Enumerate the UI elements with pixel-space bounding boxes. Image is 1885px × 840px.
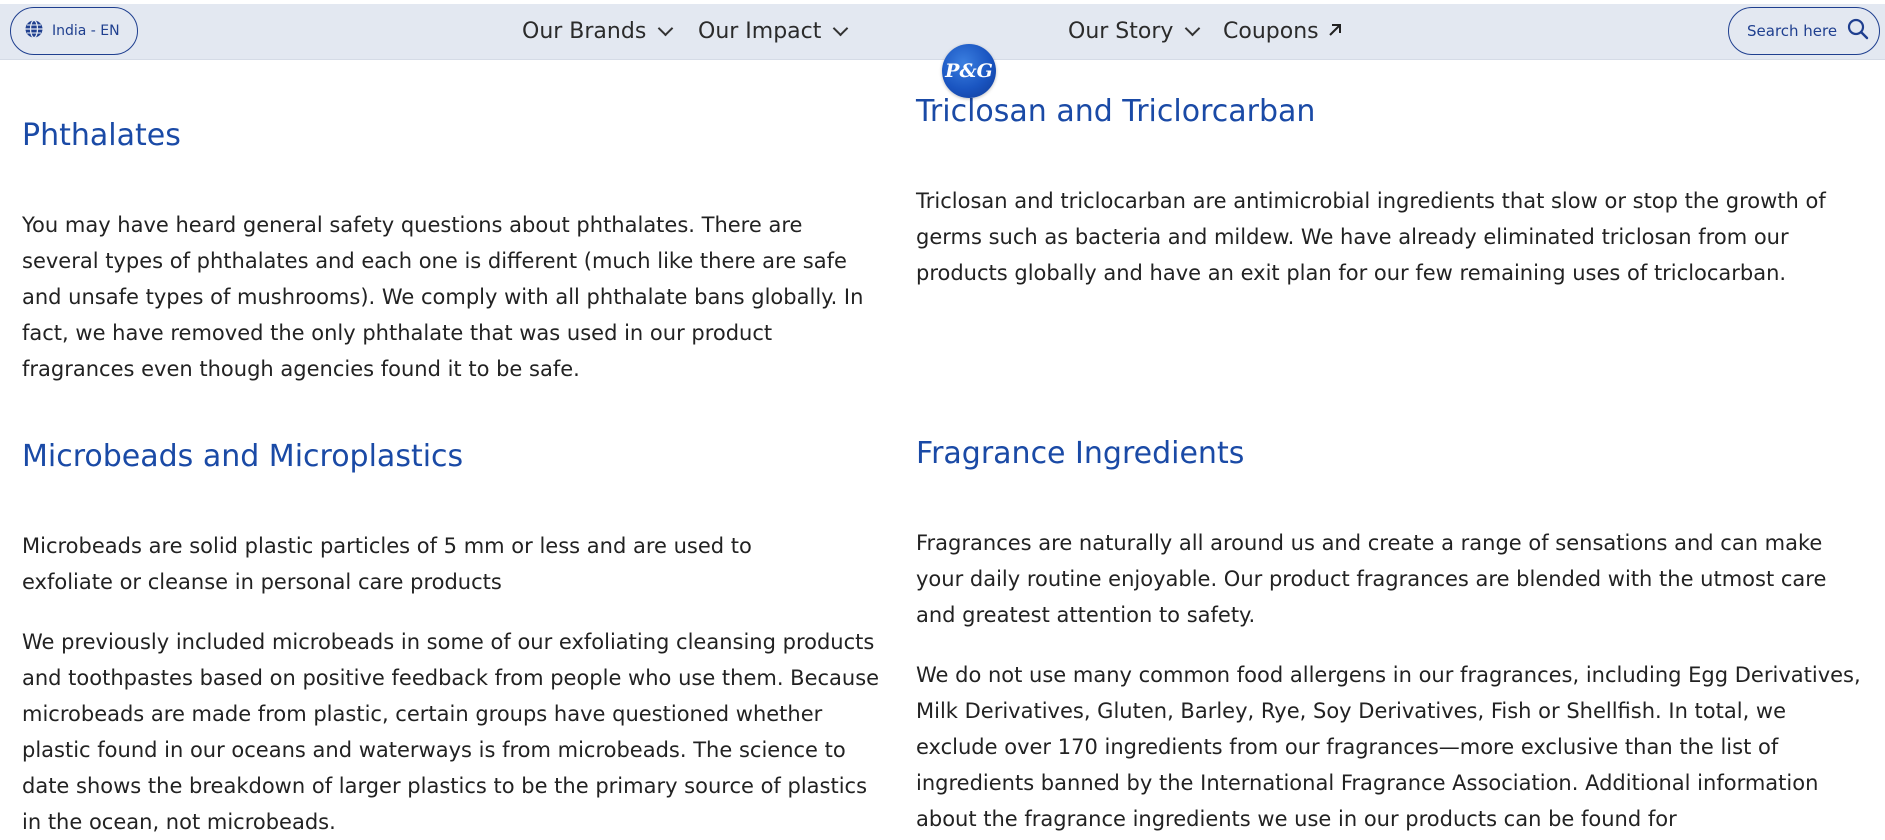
- nav-label-our-brands: Our Brands: [522, 19, 647, 44]
- search-button[interactable]: Search here: [1728, 7, 1880, 55]
- section-title-fragrance: Fragrance Ingredients: [916, 436, 1245, 471]
- locale-selector-button[interactable]: India - EN: [10, 7, 138, 55]
- nav-item-our-impact[interactable]: Our Impact: [698, 4, 849, 59]
- search-icon: [1847, 18, 1869, 44]
- nav-label-our-story: Our Story: [1068, 19, 1174, 44]
- nav-label-our-impact: Our Impact: [698, 19, 822, 44]
- top-nav-bar: India - EN Our Brands Our Impact Our Sto…: [0, 4, 1885, 60]
- pg-logo[interactable]: P&G: [942, 44, 996, 98]
- nav-item-our-brands[interactable]: Our Brands: [522, 4, 674, 59]
- nav-label-coupons: Coupons: [1223, 19, 1319, 44]
- chevron-down-icon: [833, 20, 849, 37]
- section-body-fragrance-1: Fragrances are naturally all around us a…: [916, 531, 1827, 627]
- chevron-down-icon: [658, 20, 674, 37]
- section-body-microbeads-1: Microbeads are solid plastic particles o…: [22, 534, 752, 594]
- globe-icon: [24, 19, 44, 43]
- section-title-microbeads: Microbeads and Microplastics: [22, 439, 464, 474]
- arrow-up-right-icon: [1327, 19, 1343, 44]
- section-title-phthalates: Phthalates: [22, 118, 181, 153]
- nav-item-our-story[interactable]: Our Story: [1068, 4, 1201, 59]
- nav-item-coupons[interactable]: Coupons: [1223, 4, 1343, 59]
- logo-text: P&G: [945, 60, 993, 82]
- section-body-phthalates: You may have heard general safety questi…: [22, 213, 864, 381]
- section-body-triclosan: Triclosan and triclocarban are antimicro…: [916, 189, 1826, 285]
- section-title-triclosan: Triclosan and Triclorcarban: [916, 94, 1316, 129]
- section-body-microbeads-2: We previously included microbeads in som…: [22, 630, 880, 834]
- section-body-fragrance-2: We do not use many common food allergens…: [916, 663, 1861, 831]
- chevron-down-icon: [1185, 20, 1201, 37]
- locale-label: India - EN: [52, 23, 120, 39]
- search-label: Search here: [1747, 22, 1838, 40]
